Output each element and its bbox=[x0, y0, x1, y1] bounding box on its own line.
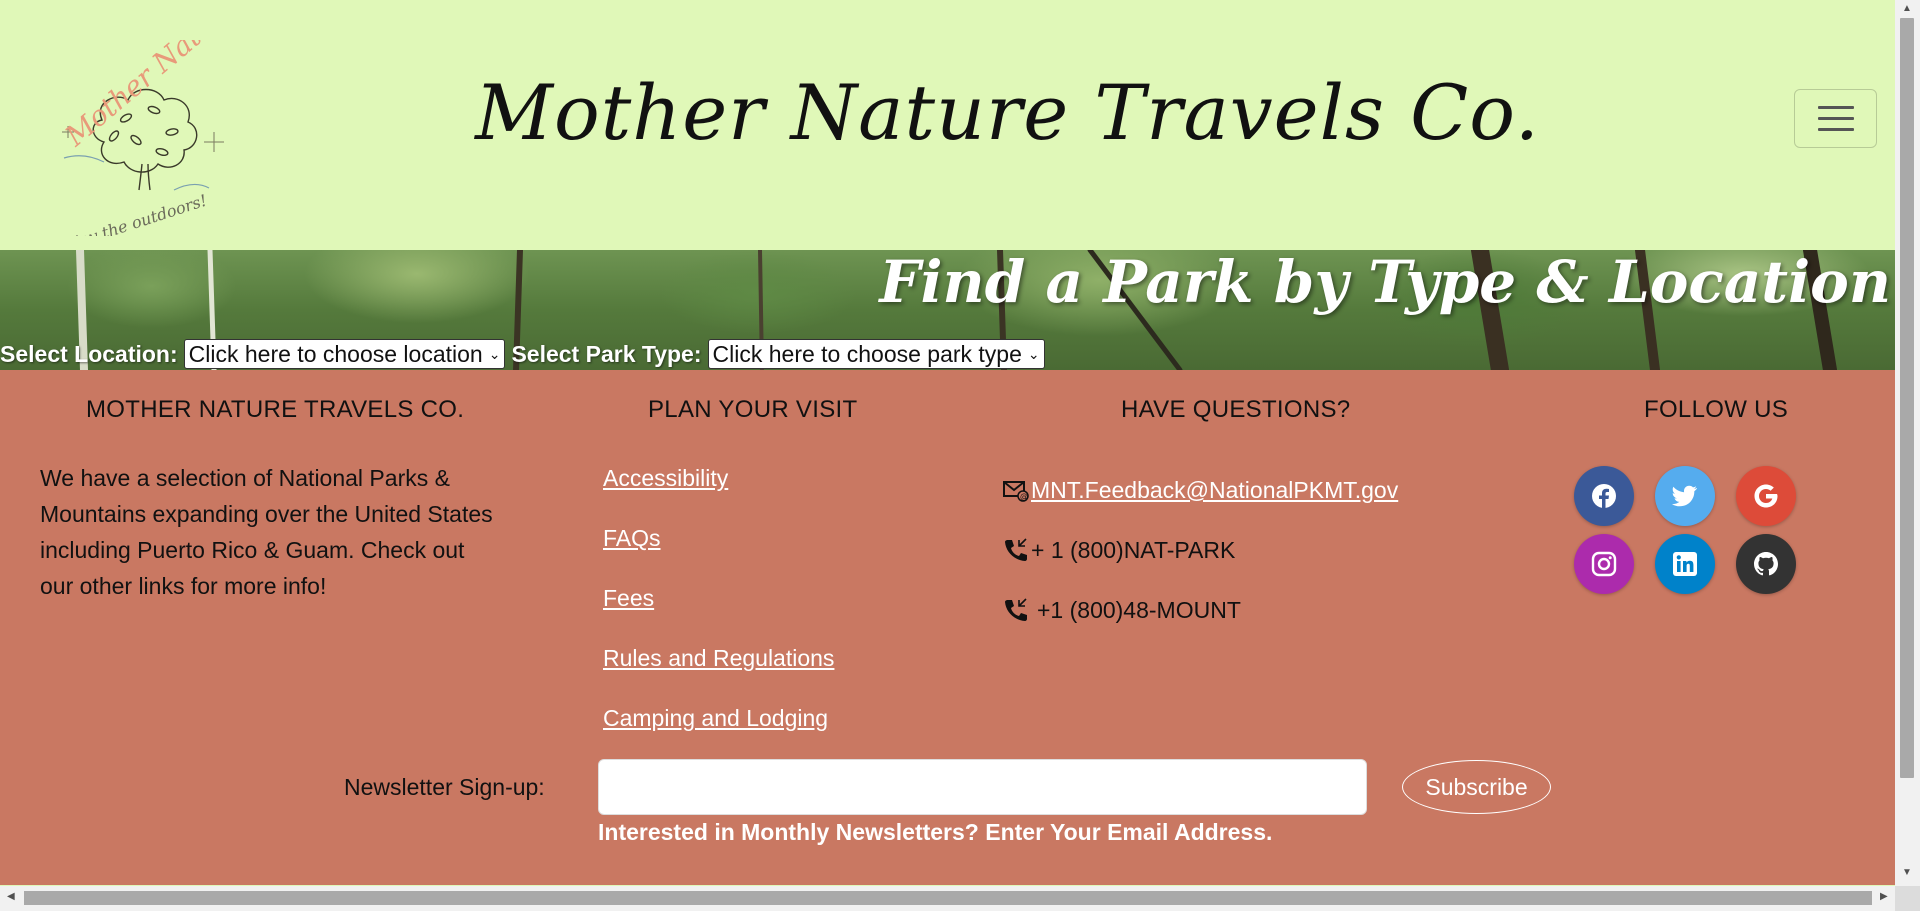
instagram-button[interactable] bbox=[1574, 534, 1634, 594]
svg-text:@: @ bbox=[1020, 492, 1028, 501]
horizontal-scroll-thumb[interactable] bbox=[24, 891, 1872, 905]
social-links bbox=[1574, 466, 1796, 594]
phone-number-2: +1 (800)48-MOUNT bbox=[1037, 597, 1241, 623]
google-icon bbox=[1754, 484, 1778, 508]
link-faqs[interactable]: FAQs bbox=[603, 520, 834, 580]
location-label: Select Location: bbox=[0, 340, 178, 367]
location-select[interactable]: Click here to choose location ⌄ bbox=[183, 339, 506, 369]
github-icon bbox=[1754, 552, 1778, 576]
scrollbar-corner bbox=[1895, 886, 1920, 911]
mail-icon: @ bbox=[1003, 481, 1029, 502]
email-row: @ MNT.Feedback@NationalPKMT.gov bbox=[1003, 460, 1398, 520]
link-rules[interactable]: Rules and Regulations bbox=[603, 640, 834, 700]
park-finder-title: Find a Park by Type & Location bbox=[879, 250, 1891, 316]
contact-info: @ MNT.Feedback@NationalPKMT.gov + 1 (800… bbox=[1003, 460, 1398, 640]
scroll-up-icon[interactable]: ▲ bbox=[1902, 3, 1912, 14]
github-button[interactable] bbox=[1736, 534, 1796, 594]
facebook-icon bbox=[1592, 484, 1616, 509]
questions-heading: HAVE QUESTIONS? bbox=[1121, 396, 1351, 423]
site-header: Mother Nature enjoy the outdoors! Mother… bbox=[0, 0, 1895, 257]
twitter-button[interactable] bbox=[1655, 466, 1715, 526]
hamburger-icon bbox=[1817, 106, 1854, 109]
park-filters: Select Location: Click here to choose lo… bbox=[0, 339, 1045, 369]
plan-heading: PLAN YOUR VISIT bbox=[648, 396, 858, 423]
plan-links: Accessibility FAQs Fees Rules and Regula… bbox=[603, 460, 834, 760]
newsletter-help-text: Interested in Monthly Newsletters? Enter… bbox=[598, 819, 1273, 845]
chevron-down-icon: ⌄ bbox=[488, 345, 501, 362]
vertical-scrollbar[interactable]: ▲ ▼ bbox=[1895, 0, 1920, 886]
twitter-icon bbox=[1672, 485, 1697, 507]
about-text: We have a selection of National Parks & … bbox=[40, 465, 493, 599]
logo-bottom-text: enjoy the outdoors! bbox=[53, 191, 209, 236]
linkedin-icon bbox=[1673, 552, 1697, 576]
instagram-icon bbox=[1591, 551, 1617, 577]
phone-row-1: + 1 (800)NAT-PARK bbox=[1003, 520, 1398, 580]
phone-row-2: +1 (800)48-MOUNT bbox=[1003, 580, 1398, 640]
scroll-down-icon[interactable]: ▼ bbox=[1902, 867, 1912, 878]
park-type-select[interactable]: Click here to choose park type ⌄ bbox=[707, 339, 1045, 369]
link-accessibility[interactable]: Accessibility bbox=[603, 460, 834, 520]
follow-heading: FOLLOW US bbox=[1644, 396, 1789, 423]
link-camping[interactable]: Camping and Lodging bbox=[603, 700, 834, 760]
phone-icon bbox=[1005, 538, 1027, 561]
facebook-button[interactable] bbox=[1574, 466, 1634, 526]
google-button[interactable] bbox=[1736, 466, 1796, 526]
linkedin-button[interactable] bbox=[1655, 534, 1715, 594]
menu-toggle-button[interactable] bbox=[1794, 89, 1877, 148]
phone-number-1: + 1 (800)NAT-PARK bbox=[1031, 537, 1236, 563]
newsletter-email-input[interactable] bbox=[598, 759, 1367, 815]
about-heading: MOTHER NATURE TRAVELS CO. bbox=[86, 396, 465, 423]
subscribe-button[interactable]: Subscribe bbox=[1402, 760, 1551, 814]
horizontal-scrollbar[interactable]: ◀ ▶ bbox=[0, 886, 1895, 911]
site-footer: MOTHER NATURE TRAVELS CO. PLAN YOUR VISI… bbox=[0, 370, 1895, 885]
chevron-down-icon: ⌄ bbox=[1027, 345, 1040, 362]
park-type-label: Select Park Type: bbox=[511, 340, 702, 367]
site-title: Mother Nature Travels Co. bbox=[475, 68, 1540, 157]
scroll-left-icon[interactable]: ◀ bbox=[7, 891, 15, 902]
phone-icon bbox=[1005, 598, 1027, 621]
link-fees[interactable]: Fees bbox=[603, 580, 834, 640]
scroll-right-icon[interactable]: ▶ bbox=[1880, 891, 1888, 902]
vertical-scroll-thumb[interactable] bbox=[1900, 18, 1914, 778]
newsletter-label: Newsletter Sign-up: bbox=[344, 774, 545, 800]
feedback-email-link[interactable]: MNT.Feedback@NationalPKMT.gov bbox=[1031, 472, 1398, 508]
